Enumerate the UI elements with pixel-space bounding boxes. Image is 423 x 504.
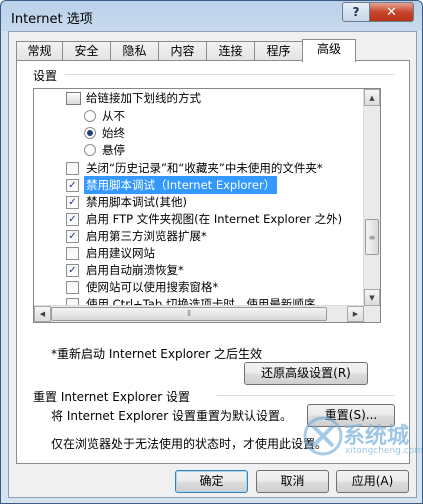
checkbox: ✓ [66, 213, 79, 226]
list-item-label: 启用 FTP 文件夹视图(在 Internet Explorer 之外) [86, 212, 343, 226]
reset-group-label: 重置 Internet Explorer 设置 [33, 390, 191, 404]
title-bar[interactable]: Internet 选项 ? ✕ [1, 1, 422, 31]
checkbox: ✓ [66, 196, 79, 209]
list-item-label: 悬停 [102, 143, 125, 157]
checkbox [66, 162, 79, 175]
tab-advanced[interactable]: 高级 [302, 39, 356, 62]
settings-list[interactable]: 给链接加下划线的方式 从不 始终 悬停 关闭“历史记录”和“收藏夹”中未使用的文… [33, 88, 381, 323]
tab-content[interactable]: 内容 [158, 41, 207, 61]
cancel-button[interactable]: 取消 [256, 470, 329, 493]
list-item-label: 启用自动崩溃恢复* [86, 263, 184, 277]
list-item-label: 始终 [102, 126, 125, 140]
tab-privacy[interactable]: 隐私 [110, 41, 159, 61]
scroll-down-icon[interactable]: ▼ [364, 289, 380, 306]
list-item-label: 使网站可以使用搜索窗格* [86, 280, 219, 294]
checkbox: ✓ [66, 230, 79, 243]
checkbox: ✓ [66, 264, 79, 277]
radio-dot-icon [87, 130, 93, 136]
apply-button[interactable]: 应用(A) [336, 470, 409, 493]
reset-warning: 仅在浏览器处于无法使用的状态时，才使用此设置。 [51, 437, 328, 451]
close-button[interactable]: ✕ [369, 2, 414, 22]
scrollbar-corner [364, 306, 380, 322]
list-item-label: 启用建议网站 [86, 246, 155, 260]
folder-icon [66, 92, 81, 105]
internet-options-window: Internet 选项 ? ✕ 常规 安全 隐私 内容 连接 程序 高级 设置 … [0, 0, 423, 504]
checkbox [66, 281, 79, 294]
list-item-label: 禁用脚本调试(其他) [86, 195, 187, 209]
tab-connections[interactable]: 连接 [206, 41, 255, 61]
list-item-label: 关闭“历史记录”和“收藏夹”中未使用的文件夹* [86, 161, 323, 175]
settings-group-label: 设置 [33, 69, 58, 83]
scroll-thumb[interactable]: ≡ [365, 219, 379, 255]
checkbox [66, 247, 79, 260]
radio-button [84, 110, 96, 122]
scroll-thumb[interactable]: ⦀ [51, 307, 327, 321]
reset-group-line [217, 395, 395, 396]
restore-advanced-settings-button[interactable]: 还原高级设置(R) [244, 362, 368, 385]
dialog-client-area: 常规 安全 隐私 内容 连接 程序 高级 设置 给链接加下划线的方式 从不 始终… [8, 31, 417, 498]
settings-group-line [65, 74, 395, 75]
horizontal-scrollbar[interactable]: ◀ ⦀ ▶ [34, 305, 364, 322]
vertical-scrollbar[interactable]: ▲ ≡ ▼ [363, 89, 380, 306]
list-item-label: 禁用脚本调试（Internet Explorer） [84, 176, 278, 194]
tab-programs[interactable]: 程序 [254, 41, 303, 61]
scroll-up-icon[interactable]: ▲ [364, 89, 380, 106]
scroll-left-icon[interactable]: ◀ [34, 306, 51, 322]
scroll-right-icon[interactable]: ▶ [347, 306, 364, 322]
list-item-label: 启用第三方浏览器扩展* [86, 229, 207, 243]
tab-security[interactable]: 安全 [62, 41, 111, 61]
reset-description: 将 Internet Explorer 设置重置为默认设置。 [51, 409, 293, 423]
window-title: Internet 选项 [11, 12, 93, 27]
close-icon: ✕ [386, 4, 397, 20]
advanced-tab-panel: 设置 给链接加下划线的方式 从不 始终 悬停 关闭“历史记录”和“收藏夹”中未使… [16, 60, 410, 464]
help-button[interactable]: ? [342, 2, 370, 22]
help-icon: ? [352, 5, 360, 19]
reset-button[interactable]: 重置(S)... [307, 404, 395, 427]
restart-note: *重新启动 Internet Explorer 之后生效 [51, 347, 263, 361]
tab-general[interactable]: 常规 [16, 41, 63, 61]
ok-button[interactable]: 确定 [175, 470, 248, 493]
radio-button [84, 144, 96, 156]
radio-button [84, 127, 96, 139]
checkbox: ✓ [66, 179, 79, 192]
list-item-label: 从不 [102, 109, 125, 123]
list-item-label: 给链接加下划线的方式 [86, 91, 201, 105]
